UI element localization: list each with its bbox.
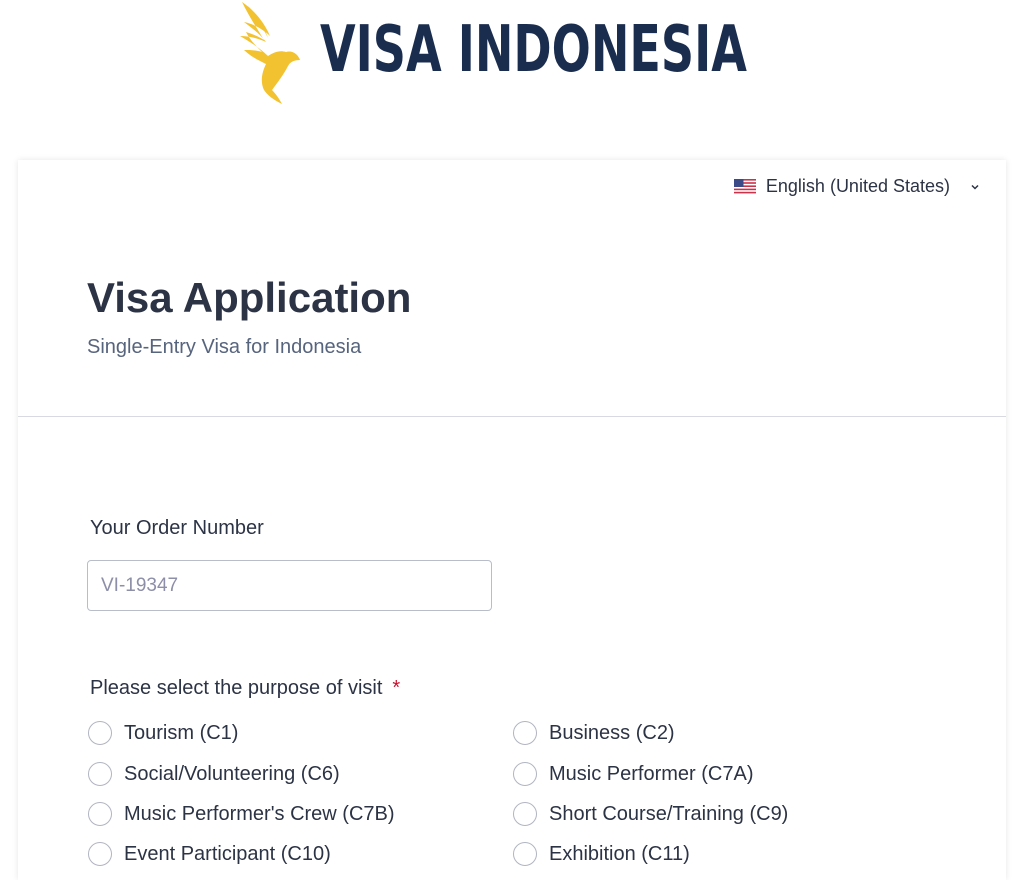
purpose-option-label: Music Performer (C7A) — [549, 763, 754, 785]
radio-button[interactable] — [88, 842, 112, 866]
radio-button[interactable] — [513, 721, 537, 745]
purpose-option-short-course[interactable]: Short Course/Training (C9) — [513, 801, 788, 827]
language-label: English (United States) — [765, 176, 950, 196]
purpose-option-label: Tourism (C1) — [124, 722, 239, 744]
form-card: English (United States) Visa Application… — [18, 160, 1006, 880]
form-header: English (United States) Visa Application… — [18, 160, 1006, 417]
purpose-option-business[interactable]: Business (C2) — [513, 720, 675, 746]
chevron-down-icon — [971, 184, 979, 190]
purpose-label: Please select the purpose of visit * — [90, 675, 400, 701]
brand-name: VISA INDONESIA — [320, 13, 747, 87]
golden-bird-icon — [240, 2, 300, 104]
purpose-option-label: Exhibition (C11) — [549, 843, 690, 865]
page-subtitle: Single-Entry Visa for Indonesia — [87, 336, 362, 358]
language-selector[interactable]: English (United States) — [733, 176, 980, 197]
purpose-option-label: Short Course/Training (C9) — [549, 803, 789, 825]
us-flag-icon — [733, 179, 756, 194]
purpose-option-music-performer[interactable]: Music Performer (C7A) — [513, 761, 753, 787]
purpose-option-label: Music Performer's Crew (C7B) — [124, 803, 395, 825]
purpose-option-event-participant[interactable]: Event Participant (C10) — [88, 841, 331, 867]
site-header: VISA INDONESIA — [0, 0, 1024, 120]
required-marker: * — [392, 677, 401, 699]
radio-button[interactable] — [88, 802, 112, 826]
radio-button[interactable] — [88, 721, 112, 745]
radio-button[interactable] — [513, 802, 537, 826]
purpose-option-social[interactable]: Social/Volunteering (C6) — [88, 761, 340, 787]
purpose-option-label: Event Participant (C10) — [124, 843, 331, 865]
radio-button[interactable] — [513, 842, 537, 866]
page-title: Visa Application — [87, 274, 412, 321]
purpose-option-tourism[interactable]: Tourism (C1) — [88, 720, 238, 746]
purpose-option-label: Social/Volunteering (C6) — [124, 763, 340, 785]
purpose-label-text: Please select the purpose of visit — [90, 677, 383, 699]
brand-logo[interactable]: VISA INDONESIA — [234, 0, 794, 110]
order-number-input[interactable] — [87, 560, 492, 611]
purpose-option-exhibition[interactable]: Exhibition (C11) — [513, 841, 690, 867]
order-number-label: Your Order Number — [90, 517, 264, 539]
purpose-option-music-crew[interactable]: Music Performer's Crew (C7B) — [88, 801, 395, 827]
radio-button[interactable] — [88, 762, 112, 786]
purpose-option-label: Business (C2) — [549, 722, 675, 744]
radio-button[interactable] — [513, 762, 537, 786]
